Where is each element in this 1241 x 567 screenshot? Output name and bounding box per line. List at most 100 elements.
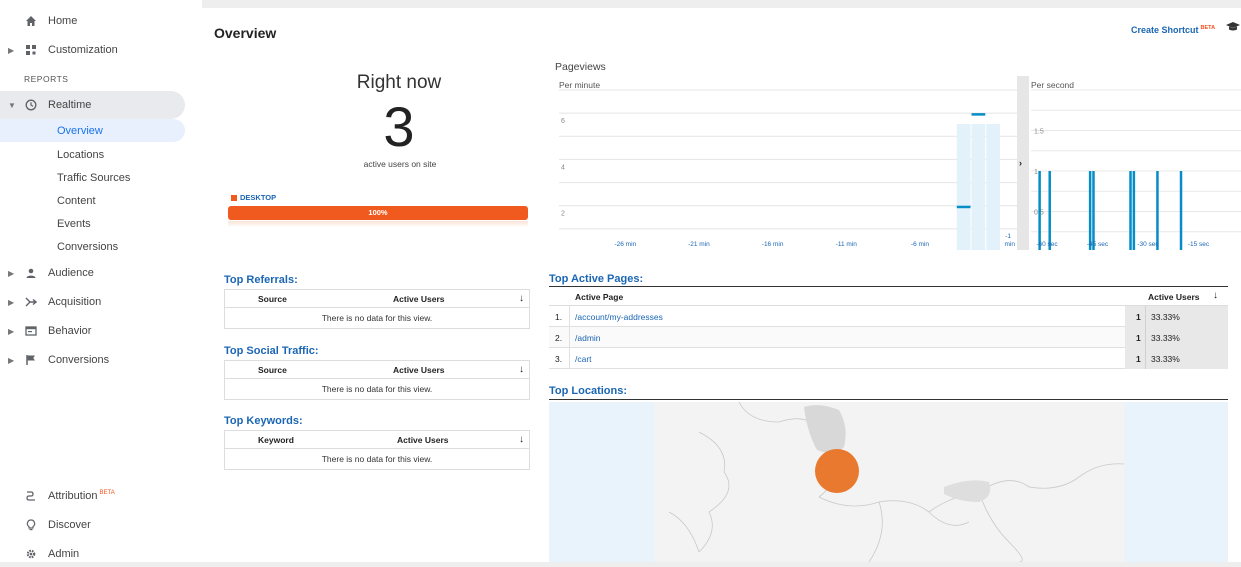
empty-message: There is no data for this view. — [321, 454, 433, 464]
device-legend: DESKTOP — [231, 193, 276, 202]
bar — [1132, 171, 1136, 250]
x-tick-label: -60 sec — [1036, 241, 1058, 248]
device-bar: 100% — [228, 206, 528, 220]
create-shortcut-link[interactable]: Create Shortcut BETA — [1131, 25, 1215, 35]
bar-top — [971, 113, 986, 116]
table-row[interactable]: 3. /cart 1 33.33% — [549, 348, 1228, 369]
y-tick-label: 2 — [561, 211, 565, 218]
attribution-icon — [24, 489, 38, 503]
col-active-page[interactable]: Active Page — [575, 292, 623, 302]
person-icon — [24, 266, 38, 280]
behavior-icon — [24, 324, 38, 338]
x-tick-label: -6 min — [911, 241, 929, 248]
bar — [1048, 171, 1051, 250]
top-locations-title: Top Locations: — [549, 385, 628, 397]
cell-divider — [1145, 327, 1146, 348]
col-source[interactable]: Source — [258, 294, 287, 304]
bar-highlight — [956, 124, 971, 250]
bar — [1179, 171, 1183, 250]
cell-divider — [569, 327, 570, 348]
reports-header: REPORTS — [24, 74, 69, 84]
table-header: Keyword Active Users ↓ — [225, 431, 529, 449]
caret-right-icon: ▶ — [8, 355, 15, 365]
x-tick-label: -11 min — [836, 241, 858, 248]
y-tick-label: 1.5 — [1034, 129, 1044, 136]
bar — [1092, 171, 1095, 250]
user-count: 1 — [1136, 333, 1141, 343]
page-link[interactable]: /account/my-addresses — [575, 312, 663, 322]
caret-right-icon: ▶ — [8, 297, 15, 307]
user-count: 1 — [1136, 312, 1141, 322]
gear-icon — [24, 547, 38, 561]
home-icon — [24, 14, 38, 28]
nav-sub-label: Content — [57, 194, 96, 207]
top-keywords-table: Keyword Active Users ↓ There is no data … — [224, 430, 530, 470]
bar-highlight — [971, 124, 986, 250]
bar — [1156, 171, 1159, 250]
nav-sub-label: Locations — [57, 148, 105, 161]
active-users-subtitle: active users on site — [363, 159, 437, 169]
bar-highlight — [986, 124, 1000, 250]
beta-badge: BETA — [1200, 25, 1216, 31]
col-active-users[interactable]: Active Users — [393, 294, 445, 304]
user-percent: 33.33% — [1151, 333, 1180, 343]
nav-sub-label: Conversions — [57, 240, 119, 253]
table-header: Source Active Users ↓ — [225, 361, 529, 379]
bar-top — [956, 205, 971, 209]
table-row[interactable]: 2. /admin 1 33.33% — [549, 327, 1228, 348]
per-second-chart: 1.510.5-60 sec-45 sec-30 sec-15 sec — [1031, 89, 1241, 250]
bar — [1038, 171, 1041, 250]
caret-down-icon: ▼ — [8, 100, 16, 110]
col-keyword[interactable]: Keyword — [258, 435, 294, 445]
active-users-count: 3 — [383, 95, 415, 158]
col-source[interactable]: Source — [258, 365, 287, 375]
sort-arrow-icon[interactable]: ↓ — [519, 364, 524, 375]
row-index: 1. — [555, 312, 563, 322]
nav-realtime[interactable]: ▼ Realtime — [0, 91, 185, 119]
nav-conversions-label: Conversions — [48, 354, 110, 366]
y-tick-label: 1 — [1034, 169, 1038, 176]
empty-message: There is no data for this view. — [321, 384, 433, 394]
caret-right-icon: ▶ — [8, 268, 15, 278]
sort-arrow-icon[interactable]: ↓ — [519, 434, 524, 445]
col-active-users[interactable]: Active Users — [393, 365, 445, 375]
x-tick-label: -26 min — [614, 241, 636, 248]
cell-divider — [569, 306, 570, 327]
sort-arrow-icon[interactable]: ↓ — [519, 293, 524, 304]
beta-badge: BETA — [99, 490, 115, 497]
nav-audience-label: Audience — [48, 267, 94, 279]
top-social-title: Top Social Traffic: — [224, 345, 319, 357]
nav-realtime-overview[interactable]: Overview — [0, 119, 185, 142]
x-tick-label: -1 — [1005, 233, 1011, 240]
chart-divider[interactable]: › — [1017, 76, 1029, 250]
table-header: Source Active Users ↓ — [225, 290, 529, 308]
attribution-text: Attribution — [48, 490, 98, 502]
x-tick-label: -21 min — [688, 241, 710, 248]
sidebar: Home ▶ Customization REPORTS ▼ Realtime … — [0, 0, 202, 562]
dashboard-icon — [24, 43, 38, 57]
col-active-users[interactable]: Active Users — [1148, 292, 1200, 302]
top-pages-title: Top Active Pages: — [549, 273, 644, 285]
per-minute-chart: 6 4 2 -26 min -21 min -16 min -11 min -6 min -1m… — [559, 89, 1017, 250]
top-referrals-table: Source Active Users ↓ There is no data f… — [224, 289, 530, 329]
locations-map[interactable] — [549, 402, 1228, 562]
nav-acquisition-label: Acquisition — [48, 296, 102, 308]
caret-right-icon: ▶ — [8, 45, 15, 55]
table-row[interactable]: 1. /account/my-addresses 1 33.33% — [549, 306, 1228, 327]
page-link[interactable]: /admin — [575, 333, 601, 343]
nav-behavior-label: Behavior — [48, 325, 92, 337]
cell-divider — [1145, 348, 1146, 369]
graduation-cap-icon[interactable] — [1225, 21, 1241, 36]
page-link[interactable]: /cart — [575, 354, 592, 364]
location-marker[interactable] — [815, 449, 859, 493]
x-tick-label: -16 min — [762, 241, 784, 248]
nav-attribution-label: Attribution BETA — [48, 490, 115, 502]
table-header: Active Page Active Users ↓ — [549, 287, 1228, 306]
pageviews-title: Pageviews — [555, 61, 606, 73]
empty-message: There is no data for this view. — [321, 313, 433, 323]
sort-arrow-icon[interactable]: ↓ — [1213, 290, 1218, 301]
col-active-users[interactable]: Active Users — [397, 435, 449, 445]
user-percent: 33.33% — [1151, 354, 1180, 364]
chevron-right-icon: › — [1019, 158, 1022, 168]
map-graphic — [654, 402, 1125, 562]
